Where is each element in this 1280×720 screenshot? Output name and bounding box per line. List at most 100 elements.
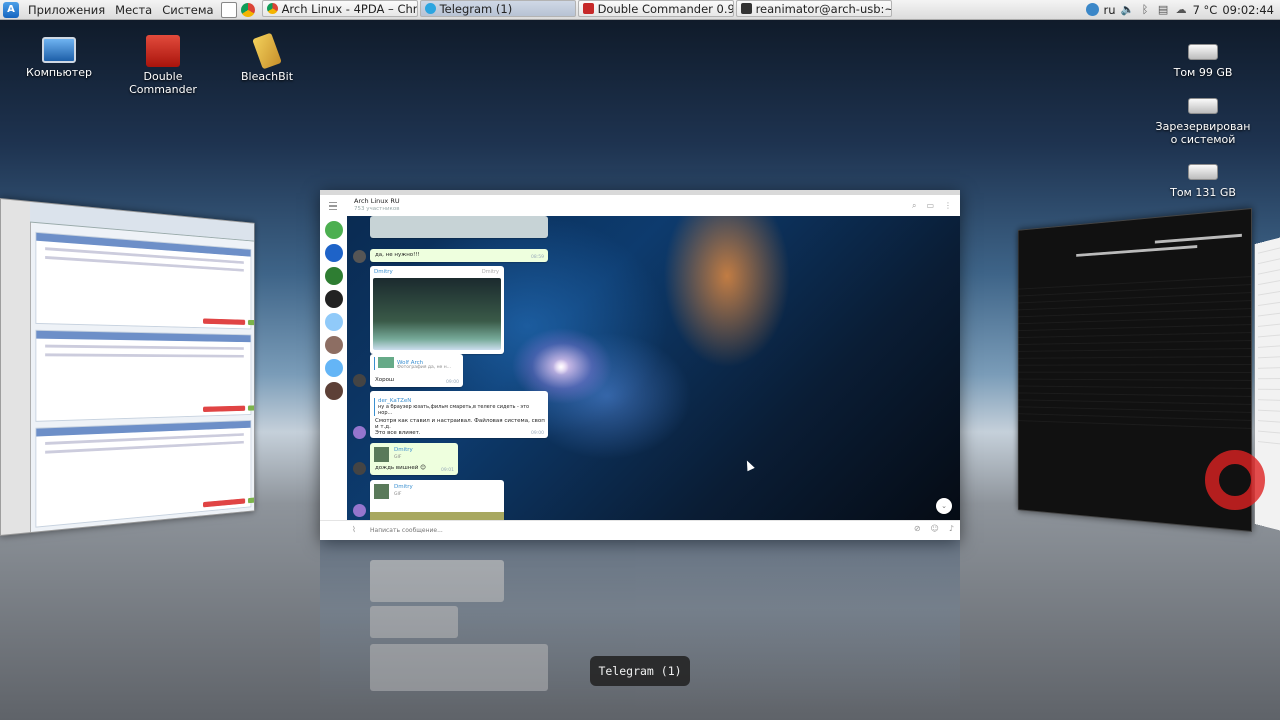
arch-logo-icon[interactable]: A bbox=[3, 2, 19, 18]
message-composer: ⌇ ⊘ ☺ ♪ bbox=[320, 520, 960, 540]
double-commander-icon bbox=[146, 35, 180, 67]
window-switcher-label: Telegram (1) bbox=[590, 656, 690, 686]
gif-preview[interactable] bbox=[370, 512, 504, 520]
sender-avatar[interactable] bbox=[353, 250, 366, 263]
task-label: Telegram (1) bbox=[440, 2, 513, 16]
desktop-icon-bleachbit[interactable]: BleachBit bbox=[217, 35, 317, 83]
weather-temp[interactable]: 7 °C bbox=[1193, 3, 1218, 17]
gif-thumbnail[interactable] bbox=[374, 484, 389, 499]
sender-avatar[interactable] bbox=[353, 426, 366, 439]
message-time: 09:01 bbox=[441, 468, 454, 473]
task-chrome[interactable]: Arch Linux - 4PDA – Chro… bbox=[262, 0, 418, 17]
more-options-icon[interactable]: ⋮ bbox=[944, 201, 952, 211]
volume-icon[interactable]: 🔈 bbox=[1121, 3, 1134, 16]
terminal-text bbox=[1076, 245, 1197, 257]
chat-avatar-manjaro[interactable] bbox=[325, 267, 343, 285]
desktop-icon-reserved[interactable]: Зарезервирован о системой bbox=[1153, 88, 1253, 146]
gif-label: GIF bbox=[394, 455, 401, 460]
menu-places[interactable]: Места bbox=[110, 3, 157, 17]
chrome-icon bbox=[267, 3, 278, 14]
gif-thumbnail[interactable] bbox=[374, 447, 389, 462]
top-panel: A Приложения Места Система Arch Linux - … bbox=[0, 0, 1280, 20]
desktop-icon-label: Double Commander bbox=[129, 70, 197, 96]
message-input[interactable] bbox=[368, 526, 672, 535]
chat-avatar[interactable] bbox=[325, 336, 343, 354]
forum-post bbox=[35, 420, 251, 528]
chat-title[interactable]: Arch Linux RU bbox=[354, 197, 400, 205]
drive-icon bbox=[1188, 98, 1218, 114]
message-text: Смотря как ставил и настраивал. Файловая… bbox=[375, 418, 548, 430]
message-bubble[interactable]: да, не нужно!!! 08:59 bbox=[370, 249, 548, 262]
desktop-icon-label: Компьютер bbox=[26, 66, 92, 79]
task-label: reanimator@arch-usb:~ bbox=[756, 2, 892, 16]
microphone-icon[interactable]: ♪ bbox=[949, 524, 954, 533]
bot-commands-icon[interactable]: ⊘ bbox=[914, 524, 921, 533]
file-tree-sidebar bbox=[1, 199, 31, 535]
sender-avatar[interactable] bbox=[353, 504, 366, 517]
video-thumbnail[interactable] bbox=[373, 278, 501, 350]
keyboard-layout[interactable]: ru bbox=[1104, 3, 1116, 17]
chat-avatar[interactable] bbox=[325, 221, 343, 239]
reflected-bubble bbox=[370, 644, 548, 691]
sender-avatar[interactable] bbox=[353, 374, 366, 387]
chat-list-sidebar bbox=[320, 216, 348, 518]
task-telegram[interactable]: Telegram (1) bbox=[420, 0, 576, 17]
scroll-down-button[interactable]: ⌄ bbox=[936, 498, 952, 514]
task-double-commander[interactable]: Double Commander 0.9.8… bbox=[578, 0, 734, 17]
search-icon[interactable]: ⌕ bbox=[912, 201, 916, 211]
telegram-window[interactable]: Arch Linux RU 753 участников ⌕ ▭ ⋮ да, н… bbox=[320, 190, 960, 540]
menu-system[interactable]: Система bbox=[157, 3, 218, 17]
desktop-icon-volume-131[interactable]: Том 131 GB bbox=[1153, 154, 1253, 199]
media-message[interactable]: Dmitry Dmitry bbox=[370, 266, 504, 354]
media-message[interactable]: Dmitry GIF bbox=[370, 480, 504, 520]
terminal-launcher-icon[interactable] bbox=[221, 2, 237, 18]
attach-icon[interactable]: ⌇ bbox=[352, 525, 356, 534]
drive-icon bbox=[1188, 164, 1218, 180]
desktop-icon-volume-99[interactable]: Том 99 GB bbox=[1153, 34, 1253, 79]
sender-avatar[interactable] bbox=[353, 462, 366, 475]
task-label: Arch Linux - 4PDA – Chro… bbox=[282, 2, 418, 16]
chrome-launcher-icon[interactable] bbox=[241, 3, 255, 17]
message-time: 09:00 bbox=[531, 431, 544, 436]
chat-avatar[interactable] bbox=[325, 359, 343, 377]
chat-avatar[interactable] bbox=[325, 290, 343, 308]
forward-meta: Dmitry bbox=[482, 269, 499, 275]
reply-text: Фотография да, не н... bbox=[397, 365, 463, 370]
chat-message-area[interactable]: да, не нужно!!! 08:59 Dmitry Dmitry Wolf… bbox=[347, 216, 960, 520]
desktop-icon-double-commander[interactable]: Double Commander bbox=[113, 35, 213, 96]
menu-applications[interactable]: Приложения bbox=[23, 3, 110, 17]
message-text: Это все влияет. bbox=[375, 430, 548, 436]
chat-avatar[interactable] bbox=[325, 313, 343, 331]
chat-avatar[interactable] bbox=[325, 382, 343, 400]
desktop-icon-label: Том 131 GB bbox=[1170, 186, 1236, 199]
clock[interactable]: 09:02:44 bbox=[1222, 3, 1274, 17]
double-commander-icon bbox=[583, 3, 594, 14]
reflected-bubble bbox=[370, 560, 504, 602]
chat-avatar-arch[interactable] bbox=[325, 244, 343, 262]
reply-preview[interactable]: der_KaTZeN ну а браузер юзать,фильм смар… bbox=[374, 398, 544, 416]
message-bubble[interactable]: Dmitry GIF дождь вишней 😊 09:01 bbox=[370, 443, 458, 475]
menu-icon[interactable] bbox=[329, 202, 337, 210]
weather-icon[interactable]: ☁ bbox=[1175, 3, 1188, 16]
message-text: Хорош bbox=[375, 377, 394, 383]
message-bubble[interactable]: der_KaTZeN ну а браузер юзать,фильм смар… bbox=[370, 391, 548, 438]
reply-preview[interactable]: Wolf Arch Фотография да, не н... bbox=[374, 357, 463, 370]
network-globe-icon[interactable] bbox=[1086, 3, 1099, 16]
desktop-icon-label: Зарезервирован о системой bbox=[1156, 120, 1251, 146]
wifi-icon[interactable]: ▤ bbox=[1157, 3, 1170, 16]
media-message[interactable] bbox=[370, 216, 548, 238]
reply-sender: Dmitry bbox=[394, 447, 413, 453]
computer-icon bbox=[42, 37, 76, 63]
chrome-window-preview[interactable] bbox=[0, 198, 255, 536]
desktop-icon-computer[interactable]: Компьютер bbox=[9, 33, 109, 79]
forum-post bbox=[35, 232, 251, 330]
message-bubble[interactable]: Wolf Arch Фотография да, не н... Хорош 0… bbox=[370, 354, 463, 387]
task-terminal[interactable]: reanimator@arch-usb:~ bbox=[736, 0, 892, 17]
bluetooth-icon[interactable]: ᛒ bbox=[1139, 3, 1152, 16]
emoji-icon[interactable]: ☺ bbox=[931, 524, 939, 533]
sidebar-toggle-icon[interactable]: ▭ bbox=[926, 201, 934, 211]
gif-label: GIF bbox=[394, 492, 401, 497]
terminal-text bbox=[1155, 234, 1242, 244]
sender-name[interactable]: Dmitry bbox=[374, 269, 393, 275]
opera-logo-icon bbox=[1205, 450, 1265, 510]
